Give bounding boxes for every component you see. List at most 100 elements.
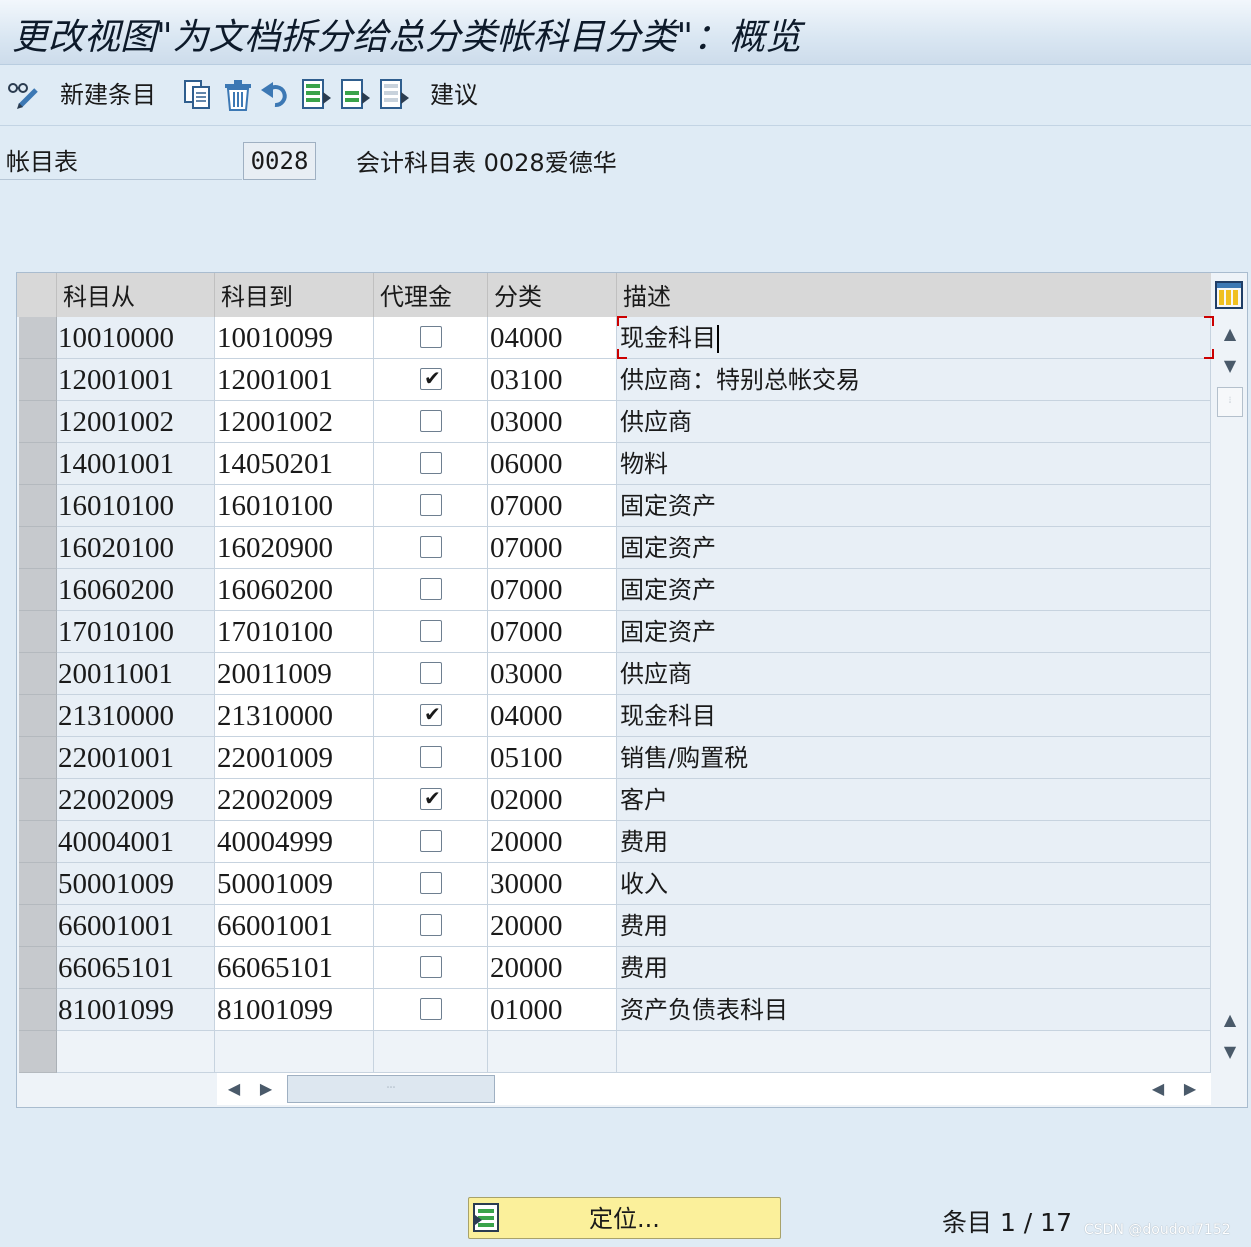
column-header-proxy[interactable]: 代理金 (374, 273, 488, 317)
account-to-cell[interactable]: 14050201 (215, 443, 374, 485)
category-cell[interactable]: 20000 (488, 947, 617, 989)
proxy-checkbox[interactable]: ✔ (420, 703, 442, 726)
horizontal-scrollbar[interactable]: ◀ ▶ ⋯ ◀ ▶ (217, 1073, 1211, 1105)
category-cell[interactable]: 06000 (488, 443, 617, 485)
proxy-checkbox[interactable] (420, 620, 442, 642)
category-cell[interactable]: 02000 (488, 779, 617, 821)
row-selector[interactable] (19, 359, 57, 401)
proxy-checkbox[interactable] (420, 662, 442, 684)
undo-icon[interactable] (259, 78, 293, 112)
account-to-cell[interactable]: 17010100 (215, 611, 374, 653)
description-cell[interactable]: 固定资产 (617, 569, 1211, 611)
select-all-rows-corner[interactable] (17, 273, 57, 317)
account-to-cell[interactable]: 66065101 (215, 947, 374, 989)
description-cell[interactable]: 供应商 (617, 401, 1211, 443)
account-to-cell[interactable]: 81001099 (215, 989, 374, 1031)
proxy-checkbox[interactable] (420, 830, 442, 852)
account-from-cell[interactable]: 21310000 (57, 695, 215, 737)
column-header-description[interactable]: 描述 (617, 273, 1211, 317)
row-selector[interactable] (19, 737, 57, 779)
account-from-cell[interactable]: 20011001 (57, 653, 215, 695)
account-from-cell[interactable]: 50001009 (57, 863, 215, 905)
row-selector[interactable] (19, 317, 57, 359)
deselect-all-icon[interactable] (379, 78, 411, 112)
scroll-right-icon[interactable]: ▶ (253, 1075, 279, 1103)
copy-icon[interactable] (182, 78, 214, 112)
account-to-cell[interactable]: 50001009 (215, 863, 374, 905)
scroll-up-icon[interactable]: ▲ (1217, 321, 1243, 347)
account-to-cell[interactable]: 66001001 (215, 905, 374, 947)
category-cell[interactable]: 07000 (488, 485, 617, 527)
scroll-left-icon[interactable]: ◀ (221, 1075, 247, 1103)
category-cell[interactable]: 01000 (488, 989, 617, 1031)
account-to-cell[interactable]: 10010099 (215, 317, 374, 359)
new-entries-button[interactable]: 新建条目 (60, 78, 156, 112)
column-header-account-to[interactable]: 科目到 (215, 273, 374, 317)
proxy-checkbox[interactable]: ✔ (420, 787, 442, 810)
row-selector[interactable] (19, 611, 57, 653)
account-to-cell[interactable]: 12001002 (215, 401, 374, 443)
horizontal-scroll-thumb[interactable]: ⋯ (287, 1075, 495, 1103)
row-selector[interactable] (19, 485, 57, 527)
description-cell[interactable]: 现金科目 (617, 317, 1211, 359)
column-header-account-from[interactable]: 科目从 (57, 273, 215, 317)
account-from-cell[interactable]: 22001001 (57, 737, 215, 779)
account-to-cell[interactable]: 12001001 (215, 359, 374, 401)
category-cell[interactable]: 03000 (488, 653, 617, 695)
account-from-cell[interactable]: 12001002 (57, 401, 215, 443)
proxy-checkbox[interactable] (420, 914, 442, 936)
scroll-down-icon[interactable]: ▼ (1217, 353, 1243, 379)
account-to-cell[interactable]: 20011009 (215, 653, 374, 695)
suggestion-button[interactable]: 建议 (430, 78, 478, 112)
row-selector[interactable] (19, 695, 57, 737)
row-selector[interactable] (19, 653, 57, 695)
proxy-checkbox[interactable] (420, 746, 442, 768)
category-cell[interactable]: 20000 (488, 905, 617, 947)
description-cell[interactable]: 供应商：特别总帐交易 (617, 359, 1211, 401)
account-from-cell[interactable]: 66001001 (57, 905, 215, 947)
proxy-checkbox[interactable] (420, 494, 442, 516)
account-from-cell[interactable]: 81001099 (57, 989, 215, 1031)
account-to-cell[interactable]: 16060200 (215, 569, 374, 611)
select-block-icon[interactable] (340, 78, 372, 112)
scroll-end-left-icon[interactable]: ◀ (1145, 1075, 1171, 1103)
account-to-cell[interactable]: 22001009 (215, 737, 374, 779)
category-cell[interactable]: 03100 (488, 359, 617, 401)
page-down-icon[interactable]: ▼ (1217, 1039, 1243, 1065)
proxy-checkbox[interactable] (420, 998, 442, 1020)
account-from-cell[interactable]: 14001001 (57, 443, 215, 485)
account-from-cell[interactable]: 10010000 (57, 317, 215, 359)
proxy-checkbox[interactable] (420, 872, 442, 894)
description-cell[interactable]: 固定资产 (617, 527, 1211, 569)
category-cell[interactable]: 30000 (488, 863, 617, 905)
account-from-cell[interactable]: 16060200 (57, 569, 215, 611)
account-from-cell[interactable]: 17010100 (57, 611, 215, 653)
vertical-scrollbar[interactable]: ▲ ▼ ⦙ ▲ ▼ (1215, 317, 1245, 1069)
row-selector[interactable] (19, 569, 57, 611)
account-to-cell[interactable]: 16010100 (215, 485, 374, 527)
account-from-cell[interactable]: 66065101 (57, 947, 215, 989)
row-selector[interactable] (19, 905, 57, 947)
description-cell[interactable]: 资产负债表科目 (617, 989, 1211, 1031)
proxy-checkbox[interactable] (420, 410, 442, 432)
proxy-checkbox[interactable] (420, 326, 442, 348)
page-up-icon[interactable]: ▲ (1217, 1007, 1243, 1033)
description-cell[interactable]: 固定资产 (617, 485, 1211, 527)
row-selector[interactable] (19, 947, 57, 989)
description-cell[interactable]: 物料 (617, 443, 1211, 485)
category-cell[interactable]: 05100 (488, 737, 617, 779)
column-header-category[interactable]: 分类 (488, 273, 617, 317)
account-to-cell[interactable]: 16020900 (215, 527, 374, 569)
account-to-cell[interactable]: 22002009 (215, 779, 374, 821)
description-cell[interactable]: 现金科目 (617, 695, 1211, 737)
account-to-cell[interactable]: 21310000 (215, 695, 374, 737)
description-cell[interactable]: 客户 (617, 779, 1211, 821)
description-cell[interactable]: 收入 (617, 863, 1211, 905)
row-selector[interactable] (19, 527, 57, 569)
position-button[interactable]: 定位... (468, 1197, 781, 1239)
account-from-cell[interactable]: 16020100 (57, 527, 215, 569)
category-cell[interactable]: 04000 (488, 695, 617, 737)
account-to-cell[interactable]: 40004999 (215, 821, 374, 863)
description-cell[interactable]: 费用 (617, 905, 1211, 947)
proxy-checkbox[interactable] (420, 536, 442, 558)
